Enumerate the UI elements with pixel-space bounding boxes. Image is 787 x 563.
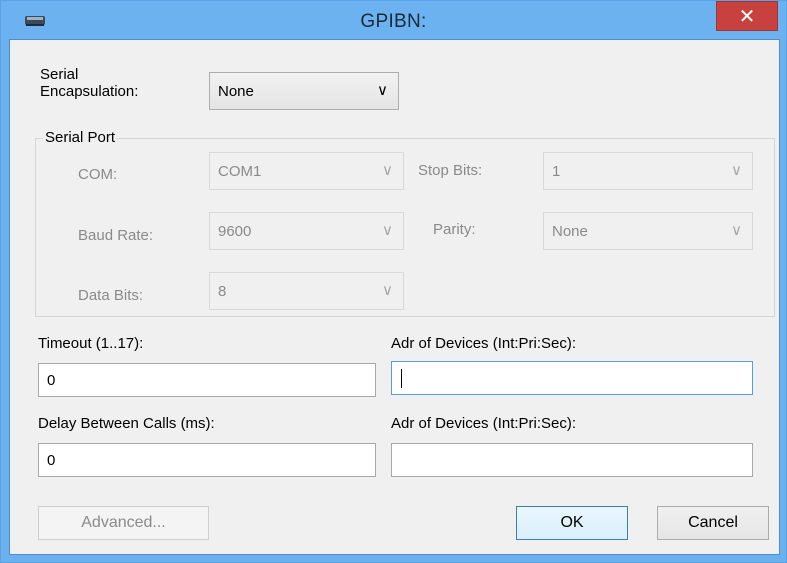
text-caret [401, 369, 402, 388]
dialog-window: GPIBN: ✕ Serial Encapsulation: None ∨ Se… [0, 0, 787, 563]
close-icon: ✕ [738, 6, 756, 28]
com-select[interactable]: COM1 ∨ [209, 152, 404, 190]
chevron-down-icon: ∨ [731, 162, 742, 179]
serial-encapsulation-value: None [218, 83, 254, 100]
data-bits-value: 8 [218, 283, 227, 300]
advanced-button[interactable]: Advanced... [38, 506, 209, 540]
chevron-down-icon: ∨ [731, 222, 742, 239]
title-bar[interactable]: GPIBN: ✕ [1, 1, 786, 39]
adr-devices-2-field[interactable] [391, 443, 753, 477]
baud-rate-select[interactable]: 9600 ∨ [209, 212, 404, 250]
parity-select[interactable]: None ∨ [543, 212, 753, 250]
delay-field[interactable]: 0 [38, 443, 376, 477]
baud-rate-label: Baud Rate: [78, 227, 154, 244]
serial-encapsulation-label-line2: Encapsulation: [40, 83, 139, 100]
chevron-down-icon: ∨ [382, 162, 393, 179]
chevron-down-icon: ∨ [377, 82, 388, 99]
serial-encapsulation-label: Serial Encapsulation: [40, 66, 138, 100]
adr-devices-1-field[interactable] [391, 361, 753, 395]
timeout-label: Timeout (1..17): [38, 335, 144, 352]
serial-port-legend: Serial Port [43, 129, 118, 146]
serial-encapsulation-label-line1: Serial [40, 66, 79, 83]
baud-rate-value: 9600 [218, 223, 252, 240]
stop-bits-label: Stop Bits: [418, 162, 483, 179]
timeout-value: 0 [47, 372, 56, 389]
adr-devices-1-label: Adr of Devices (Int:Pri:Sec): [391, 335, 577, 352]
close-button[interactable]: ✕ [716, 1, 778, 31]
ok-button[interactable]: OK [516, 506, 628, 540]
parity-label: Parity: [433, 221, 476, 238]
chevron-down-icon: ∨ [382, 282, 393, 299]
window-title: GPIBN: [360, 11, 427, 32]
com-label: COM: [78, 166, 118, 183]
timeout-field[interactable]: 0 [38, 363, 376, 397]
delay-label: Delay Between Calls (ms): [38, 415, 215, 432]
stop-bits-value: 1 [552, 163, 561, 180]
com-value: COM1 [218, 163, 262, 180]
dialog-client-area: Serial Encapsulation: None ∨ Serial Port… [9, 39, 780, 555]
serial-encapsulation-select[interactable]: None ∨ [209, 72, 399, 110]
chevron-down-icon: ∨ [382, 222, 393, 239]
stop-bits-select[interactable]: 1 ∨ [543, 152, 753, 190]
parity-value: None [552, 223, 588, 240]
data-bits-select[interactable]: 8 ∨ [209, 272, 404, 310]
cancel-button[interactable]: Cancel [657, 506, 769, 540]
data-bits-label: Data Bits: [78, 287, 144, 304]
delay-value: 0 [47, 452, 56, 469]
adr-devices-2-label: Adr of Devices (Int:Pri:Sec): [391, 415, 577, 432]
